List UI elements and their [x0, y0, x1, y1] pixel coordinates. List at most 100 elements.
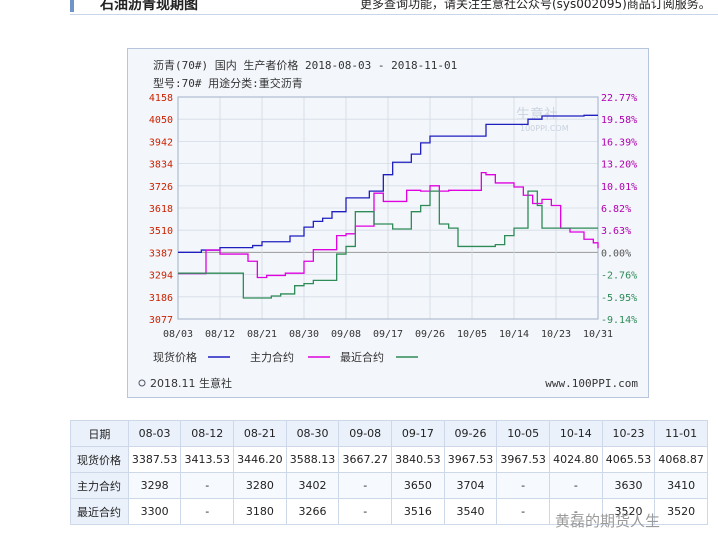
x-tick-label: 10/14: [499, 329, 529, 340]
table-cell: 3280: [233, 472, 287, 499]
chart-subtitle: 型号:70# 用途分类:重交沥青: [153, 76, 303, 90]
y-left-tick-label: 3726: [149, 182, 173, 193]
table-cell: 3588.13: [285, 446, 340, 473]
logo-subtext: 100PPI.COM: [520, 124, 569, 133]
table-cell: 3413.53: [180, 446, 235, 473]
table-cell: 3520: [654, 498, 708, 525]
y-left-tick-label: 3834: [149, 160, 173, 171]
table-row-label: 最近合约: [70, 498, 129, 525]
y-right-tick-label: -2.76%: [601, 271, 637, 282]
price-chart: 沥青(70#) 国内 生产者价格 2018-08-03 - 2018-11-01…: [138, 58, 638, 390]
chart-panel: 沥青(70#) 国内 生产者价格 2018-08-03 - 2018-11-01…: [127, 48, 649, 398]
y-left-tick-label: 4158: [149, 93, 173, 104]
top-bar: 石油沥青现期图 更多查询功能，请关注生意社公众号(sys002095)商品订阅服…: [0, 0, 718, 18]
x-tick-label: 10/31: [583, 329, 613, 340]
y-right-tick-label: 3.63%: [601, 226, 631, 237]
subscribe-notice: 更多查询功能，请关注生意社公众号(sys002095)商品订阅服务。: [360, 0, 711, 11]
table-cell: 4065.53: [601, 446, 656, 473]
table-cell: 3516: [391, 498, 445, 525]
table-cell: 3630: [601, 472, 656, 499]
table-cell: 4024.80: [549, 446, 603, 473]
title-accent: [70, 0, 74, 12]
y-left-tick-label: 3294: [149, 271, 173, 282]
y-left-tick-label: 3618: [149, 204, 173, 215]
table-cell: 3967.53: [443, 446, 498, 473]
y-right-tick-label: 6.82%: [601, 204, 631, 215]
header-divider: [70, 14, 718, 15]
table-cell: 3967.53: [496, 446, 550, 473]
y-left-tick-label: 3077: [149, 315, 173, 326]
x-tick-label: 09/26: [415, 329, 445, 340]
legend-label: 现货价格: [153, 350, 197, 364]
table-cell: 3704: [443, 472, 498, 499]
table-cell: -: [496, 498, 550, 525]
table-row-label: 主力合约: [70, 472, 129, 499]
x-tick-label: 08/03: [163, 329, 193, 340]
y-right-tick-label: 10.01%: [601, 182, 637, 193]
table-cell: -: [496, 472, 550, 499]
table-header-cell: 11-01: [654, 420, 708, 447]
table-row: 主力合约 3298-3280 3402-3650 3704- -3630 3410: [70, 472, 708, 499]
x-tick-label: 08/30: [289, 329, 319, 340]
table-cell: -: [338, 472, 393, 499]
chart-footer-left: 2018.11 生意社: [150, 376, 232, 390]
table-header-cell: 10-23: [601, 420, 656, 447]
legend-label: 主力合约: [250, 350, 294, 364]
table-cell: -: [549, 472, 603, 499]
table-header-cell: 09-26: [443, 420, 498, 447]
table-cell: 3387.53: [127, 446, 182, 473]
table-cell: 3650: [391, 472, 445, 499]
table-header-cell: 10-05: [496, 420, 550, 447]
table-cell: 3540: [443, 498, 498, 525]
y-right-tick-label: 13.20%: [601, 160, 637, 171]
table-cell: -: [180, 498, 235, 525]
y-left-tick-label: 3186: [149, 293, 173, 304]
y-left-tick-label: 3387: [149, 248, 173, 259]
y-right-tick-label: -9.14%: [601, 315, 637, 326]
page-title: 石油沥青现期图: [100, 0, 198, 13]
y-right-tick-label: 0.00%: [601, 248, 631, 259]
x-tick-label: 09/08: [331, 329, 361, 340]
table-cell: 3667.27: [338, 446, 393, 473]
y-right-tick-label: 16.39%: [601, 137, 637, 148]
table-header-cell: 08-21: [233, 420, 287, 447]
table-cell: -: [338, 498, 393, 525]
y-right-tick-label: 22.77%: [601, 93, 637, 104]
copyright-icon: [138, 379, 146, 387]
x-tick-label: 09/17: [373, 329, 403, 340]
y-left-tick-label: 4050: [149, 115, 173, 126]
table-cell: -: [180, 472, 235, 499]
y-right-tick-label: 19.58%: [601, 115, 637, 126]
table-header-date: 日期: [70, 420, 129, 447]
legend-label: 最近合约: [340, 350, 384, 364]
table-header-cell: 10-14: [549, 420, 603, 447]
y-left-tick-label: 3510: [149, 226, 173, 237]
table-row: 现货价格 3387.53 3413.53 3446.20 3588.13 3667.27 3…: [70, 446, 708, 473]
table-cell: 3446.20: [233, 446, 287, 473]
chart-title: 沥青(70#) 国内 生产者价格 2018-08-03 - 2018-11-01: [153, 58, 457, 72]
table-header-cell: 08-12: [180, 420, 235, 447]
x-tick-label: 08/12: [205, 329, 235, 340]
y-right-tick-label: -5.95%: [601, 293, 637, 304]
table-header-row: 日期 08-03 08-12 08-21 08-30 09-08 09-17 09-26 10-…: [70, 420, 708, 447]
table-cell: 3180: [233, 498, 287, 525]
table-row-label: 现货价格: [70, 446, 129, 473]
chart-footer-right: www.100PPI.com: [545, 377, 638, 390]
x-tick-label: 10/23: [541, 329, 571, 340]
table-cell: 3266: [285, 498, 340, 525]
weibo-watermark: 黄磊的期货人生: [555, 512, 661, 530]
table-cell: 4068.87: [654, 446, 708, 473]
logo-text: 生意社: [516, 106, 558, 123]
table-header-cell: 08-30: [285, 420, 340, 447]
y-left-tick-label: 3942: [149, 137, 173, 148]
table-header-cell: 09-17: [391, 420, 445, 447]
table-cell: 3410: [654, 472, 708, 499]
x-tick-label: 08/21: [247, 329, 277, 340]
table-cell: 3840.53: [391, 446, 445, 473]
table-cell: 3300: [127, 498, 182, 525]
table-header-cell: 08-03: [127, 420, 182, 447]
x-tick-label: 10/05: [457, 329, 487, 340]
table-header-cell: 09-08: [338, 420, 393, 447]
table-cell: 3298: [127, 472, 182, 499]
table-cell: 3402: [285, 472, 340, 499]
